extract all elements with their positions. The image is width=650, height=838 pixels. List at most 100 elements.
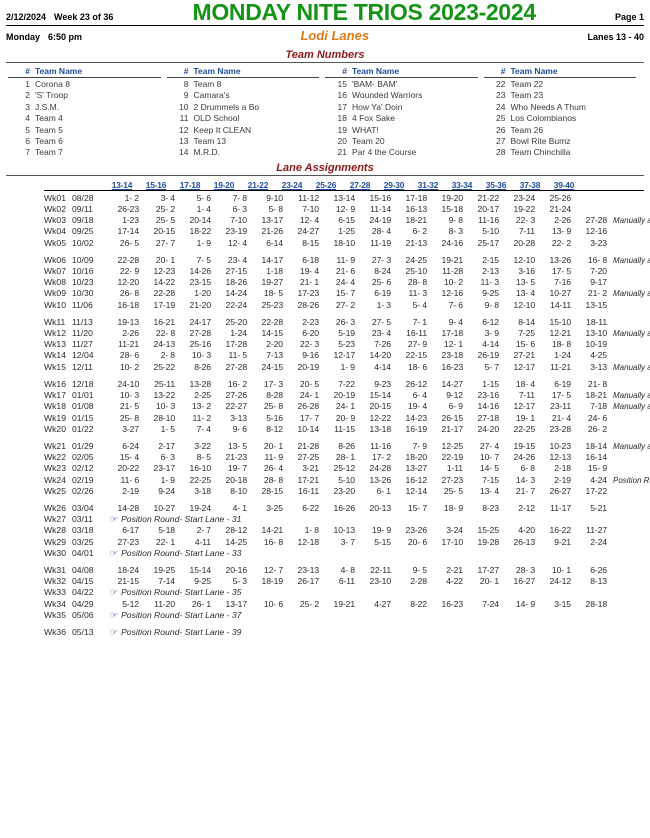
matchup-cell: 21- 8 [587, 378, 607, 389]
week-number: Wk29 [44, 536, 66, 547]
matchup-cell: 22-28 [153, 288, 176, 299]
matchup-cell: 20- 5 [299, 378, 319, 389]
matchup-cell: 20- 9 [335, 412, 355, 423]
matchup-cell [573, 204, 609, 215]
week-row: Wk04 09/25 17-14 20-15 18-22 23-19 21-26 24-27 1… [44, 226, 644, 237]
matchup-cell: 7-24 [482, 598, 499, 609]
matchup-cell: 7- 9 [412, 440, 428, 451]
matchup-cell: 16-27 [513, 576, 536, 587]
matchup-cell: 6- 2 [412, 226, 428, 237]
lane-assignments-title: Lane Assignments [276, 161, 374, 174]
matchup-cell: 19-15 [513, 440, 536, 451]
week-number: Wk10 [44, 299, 66, 310]
team-row: 6 Team 6 [8, 136, 161, 147]
venue-name: Lodi Lanes [300, 28, 370, 43]
week-row: Wk32 04/15 21-15 7-14 9-25 5- 3 18-19 26-17 6-11… [44, 576, 644, 587]
team-numbers-title: Team Numbers [285, 49, 365, 61]
matchup-cell: 12-16 [585, 226, 608, 237]
matchup-cell: 3- 7 [340, 536, 356, 547]
week-row: Wk15 12/11 10- 2 25-22 8-26 27-28 24-15 20-19 1-… [44, 361, 650, 373]
matchup-cell: 3-18 [194, 485, 211, 496]
matchup-cell: 27- 5 [371, 316, 391, 327]
matchup-cell: 10-27 [153, 502, 176, 513]
week-number: Wk31 [44, 564, 66, 575]
page-header-top: 2/12/2024 Week 23 of 36 MONDAY NITE TRIO… [4, 0, 646, 24]
team-name: M.R.D. [193, 147, 220, 158]
matchup-cell: 13-26 [369, 474, 392, 485]
matchup-cell: 28-18 [585, 598, 608, 609]
matchup-cell: 15- 7 [407, 502, 427, 513]
league-title: MONDAY NITE TRIOS 2023-2024 [192, 0, 536, 25]
matchup-cell: 28-12 [225, 525, 248, 536]
position-round-note: ☞ Position Round- Start Lane - 31 [105, 514, 241, 525]
matchup-cell: 23-15 [189, 277, 212, 288]
matchup-cell: 17-21 [297, 474, 320, 485]
week-date: 01/29 [72, 440, 94, 451]
matchup-cell: 24-28 [369, 463, 392, 474]
team-row: 16 Wounded Warriors [325, 90, 478, 101]
col-header-number: # [183, 66, 189, 76]
matchup-cell: 22- 1 [155, 536, 175, 547]
week-number: Wk33 [44, 587, 66, 598]
matchup-cell: 24-17 [189, 316, 212, 327]
matchup-cell: 1-18 [266, 266, 283, 277]
team-number: 4 [25, 113, 30, 124]
matchup-cell: 6-26 [590, 564, 607, 575]
week-rows-container: Wk01 08/28 1- 2 3- 4 5- 6 7- 8 9-10 11-12 13-14 1… [44, 193, 650, 638]
matchup-cell: 28- 4 [371, 226, 391, 237]
matchup-cell: 10-23 [549, 440, 572, 451]
matchup-cell: 6- 4 [412, 390, 428, 401]
matchup-cell: 6- 3 [160, 452, 176, 463]
week-number: Wk07 [44, 266, 66, 277]
matchup-cell: 7-18 [590, 401, 607, 412]
lane-pair-header: 21-22 [247, 179, 269, 190]
matchup-cell: 6-20 [302, 328, 319, 339]
matchup-cell: 20- 1 [479, 576, 499, 587]
matchup-cell: 14-11 [550, 299, 571, 310]
matchup-cell: 6-17 [122, 525, 139, 536]
col-header-number: # [500, 66, 506, 76]
matchup-cell: 12-18 [297, 536, 320, 547]
week-row: Wk26 03/04 14-28 10-27 19-24 4- 1 3-25 6-22 16-2… [44, 503, 644, 514]
print-date: 2/12/2024 [6, 12, 47, 22]
team-number: 22 [496, 79, 506, 89]
week-date: 03/04 [72, 502, 94, 513]
matchup-cell: 26- 8 [119, 288, 139, 299]
matchup-cell: 3-16 [518, 266, 535, 277]
matchup-cell: 8-24 [374, 266, 391, 277]
week-number: Wk02 [44, 204, 66, 215]
matchup-cell: 17-14 [117, 226, 140, 237]
matchup-cell: 19-25 [153, 564, 176, 575]
week-date: 11/13 [72, 316, 93, 327]
week-date: 03/18 [72, 525, 94, 536]
matchup-cell: 28-15 [261, 485, 284, 496]
matchup-cell: 19-21 [441, 254, 464, 265]
matchup-cell: 10- 3 [119, 390, 139, 401]
matchup-cell: 15-25 [477, 525, 500, 536]
team-row: 28 Team Chinchilla [484, 147, 637, 158]
matchup-cell: 6- 9 [448, 401, 464, 412]
week-date: 09/18 [72, 215, 94, 226]
week-row: Wk09 10/30 26- 8 22-28 1-20 14-24 18- 5 17-23 15… [44, 288, 650, 299]
matchup-cell: 9-25 [482, 288, 499, 299]
week-number: Wk08 [44, 277, 66, 288]
week-date: 10/30 [72, 288, 94, 299]
week-number: Wk21 [44, 440, 66, 451]
matchup-cell: 16-26 [333, 502, 356, 513]
team-number: 11 [179, 113, 189, 124]
matchup-cell: 11-21 [550, 361, 571, 372]
matchup-cell: 15-14 [369, 390, 392, 401]
matchup-cell: 7-25 [518, 328, 535, 339]
matchup-cell: 25- 5 [443, 485, 463, 496]
matchup-cell: 15-14 [189, 564, 212, 575]
team-column-3: # Team Name 15 'BAM- BAM' 16 Wounded Warri… [325, 66, 484, 159]
lane-pair-header: 37-38 [519, 179, 541, 190]
matchup-cell: 18-21 [585, 390, 608, 401]
matchup-cell: 20-28 [513, 237, 536, 248]
lane-pair-header: 35-36 [485, 179, 507, 190]
matchup-cell: 11-16 [370, 440, 391, 451]
matchup-cell: 26-19 [477, 350, 500, 361]
matchup-cell: 2-18 [554, 463, 571, 474]
matchup-cell: 7-20 [590, 266, 607, 277]
matchup-cell: 13-10 [585, 328, 608, 339]
